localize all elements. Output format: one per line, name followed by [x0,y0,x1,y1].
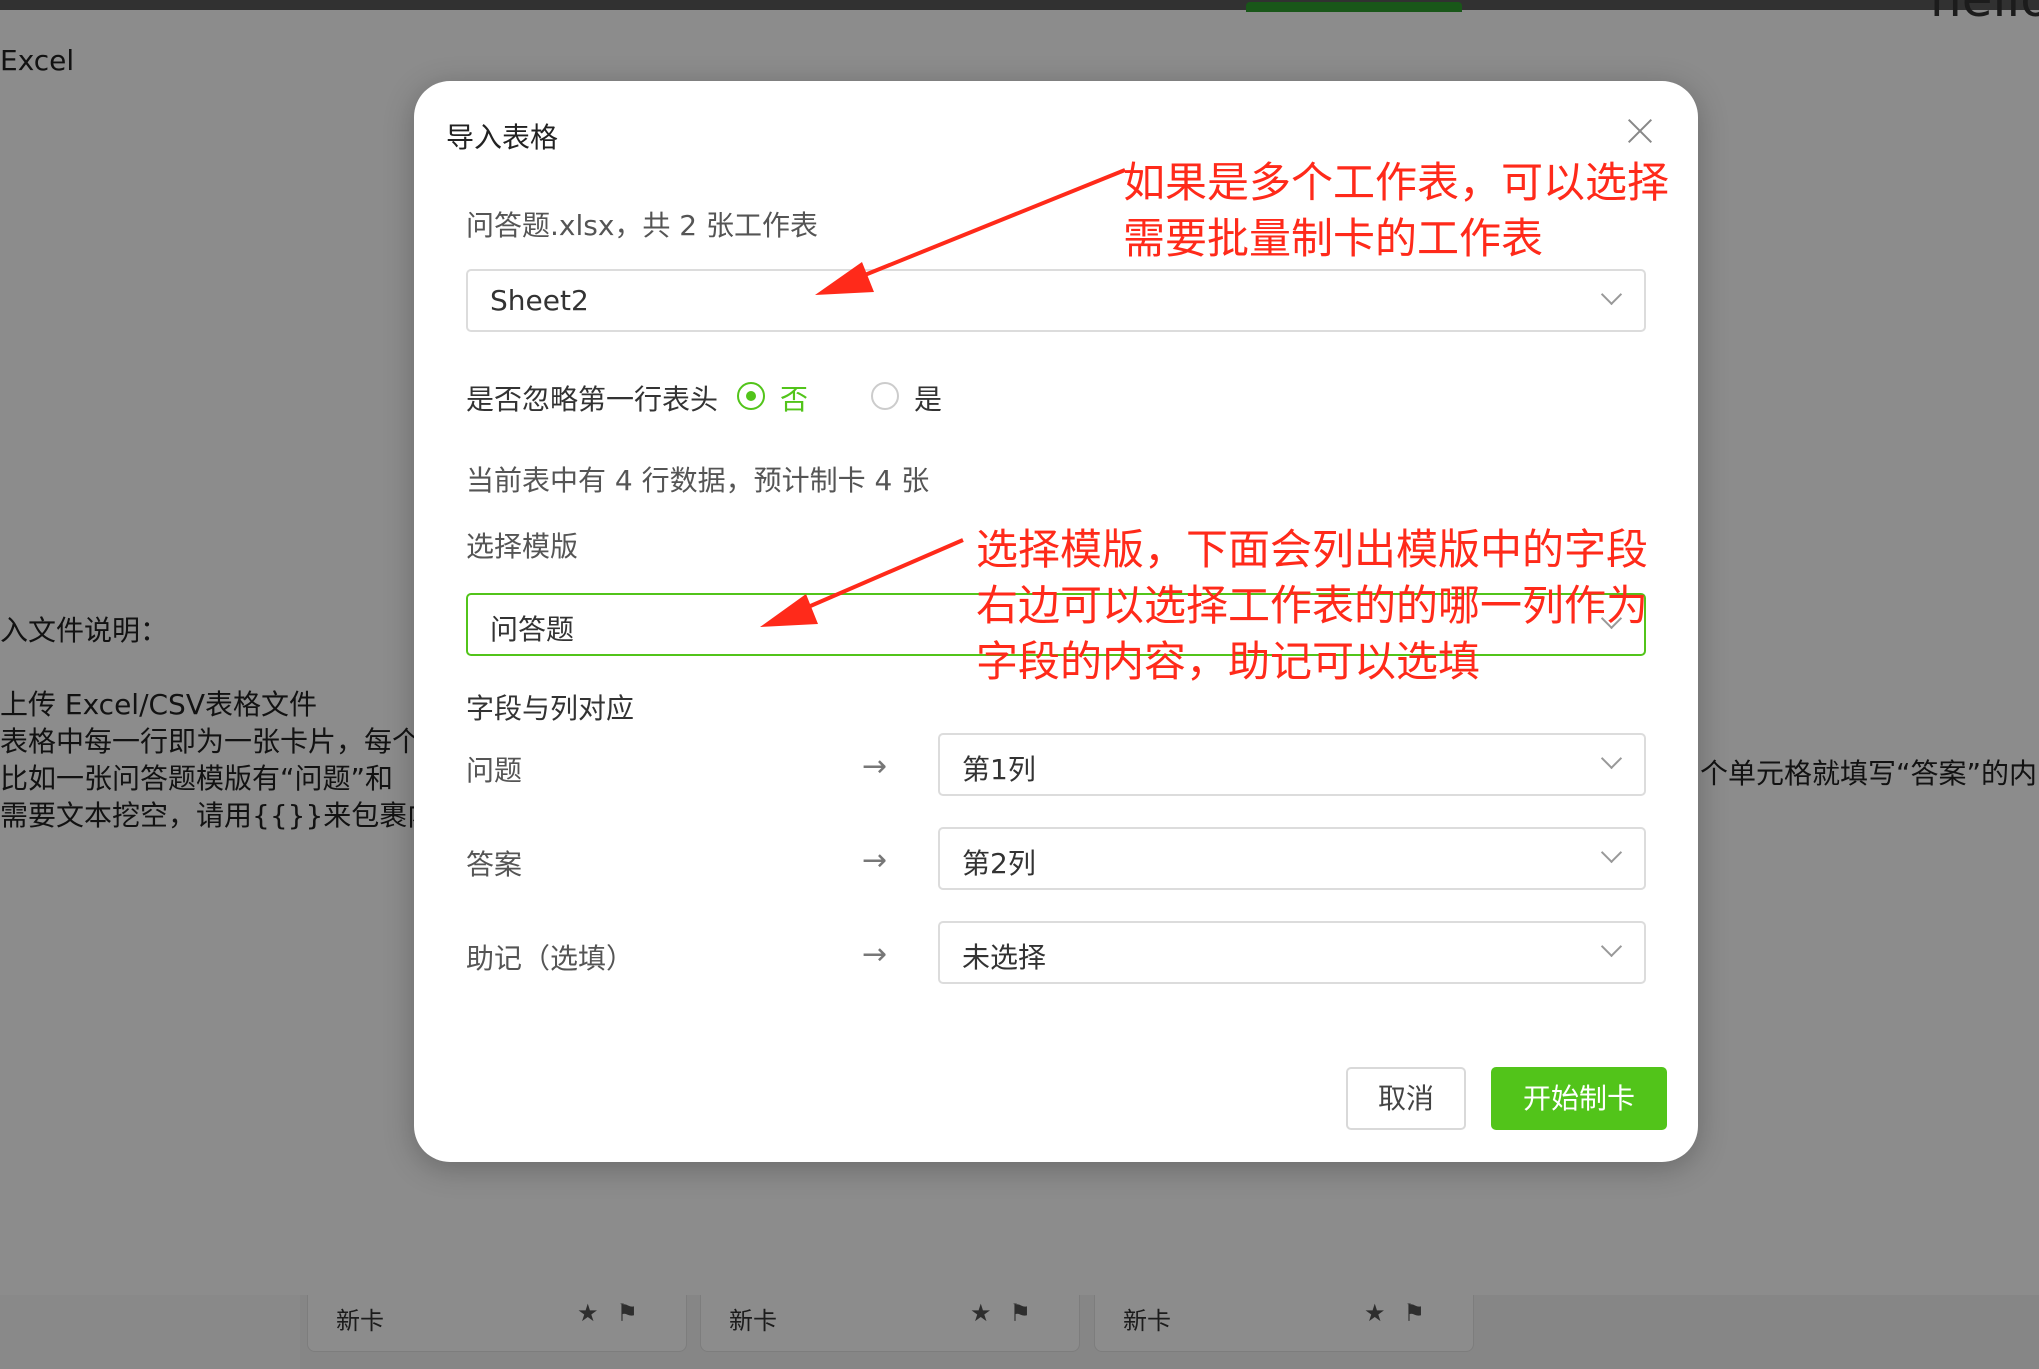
annotation-sheet-note: 如果是多个工作表，可以选择 需要批量制卡的工作表 [1123,155,1669,267]
dialog-title: 导入表格 [446,121,559,154]
annotation-line: 需要批量制卡的工作表 [1123,214,1544,263]
field-name-question: 问题 [466,754,523,787]
template-select-value: 问答题 [490,613,575,646]
chevron-down-icon [1602,287,1620,305]
row-count-info: 当前表中有 4 行数据，预计制卡 4 张 [466,464,930,497]
radio-yes[interactable] [871,382,899,410]
chevron-down-icon [1602,845,1620,863]
annotation-template-note: 选择模版，下面会列出模版中的字段 右边可以选择工作表的的哪一列作为 字段的内容，… [976,522,1648,690]
column-select-answer[interactable]: 第2列 [938,827,1646,890]
arrow-right-icon: → [862,937,888,972]
template-label: 选择模版 [466,530,579,563]
field-name-mnemonic: 助记（选填） [466,942,635,975]
column-select-mnemonic[interactable]: 未选择 [938,921,1646,984]
chevron-down-icon [1602,751,1620,769]
sheet-select[interactable]: Sheet2 [466,269,1646,332]
column-select-question[interactable]: 第1列 [938,733,1646,796]
field-mapping-label: 字段与列对应 [466,692,635,725]
column-select-value: 未选择 [962,941,1047,974]
start-card-button[interactable]: 开始制卡 [1491,1067,1667,1130]
ignore-header-label: 是否忽略第一行表头 [466,383,719,416]
chevron-down-icon [1602,939,1620,957]
file-info: 问答题.xlsx，共 2 张工作表 [466,209,819,242]
arrow-right-icon: → [862,843,888,878]
annotation-line: 字段的内容，助记可以选填 [976,637,1481,686]
radio-yes-label[interactable]: 是 [914,378,942,418]
annotation-line: 右边可以选择工作表的的哪一列作为 [976,581,1649,630]
radio-no[interactable] [737,382,765,410]
cancel-button[interactable]: 取消 [1346,1067,1466,1130]
radio-no-label[interactable]: 否 [780,378,808,418]
close-icon[interactable] [1622,113,1658,149]
annotation-line: 选择模版，下面会列出模版中的字段 [976,525,1649,574]
annotation-line: 如果是多个工作表，可以选择 [1123,158,1670,207]
arrow-right-icon: → [862,749,888,784]
column-select-value: 第1列 [962,753,1036,786]
sheet-select-value: Sheet2 [490,284,589,317]
column-select-value: 第2列 [962,847,1036,880]
field-name-answer: 答案 [466,848,523,881]
